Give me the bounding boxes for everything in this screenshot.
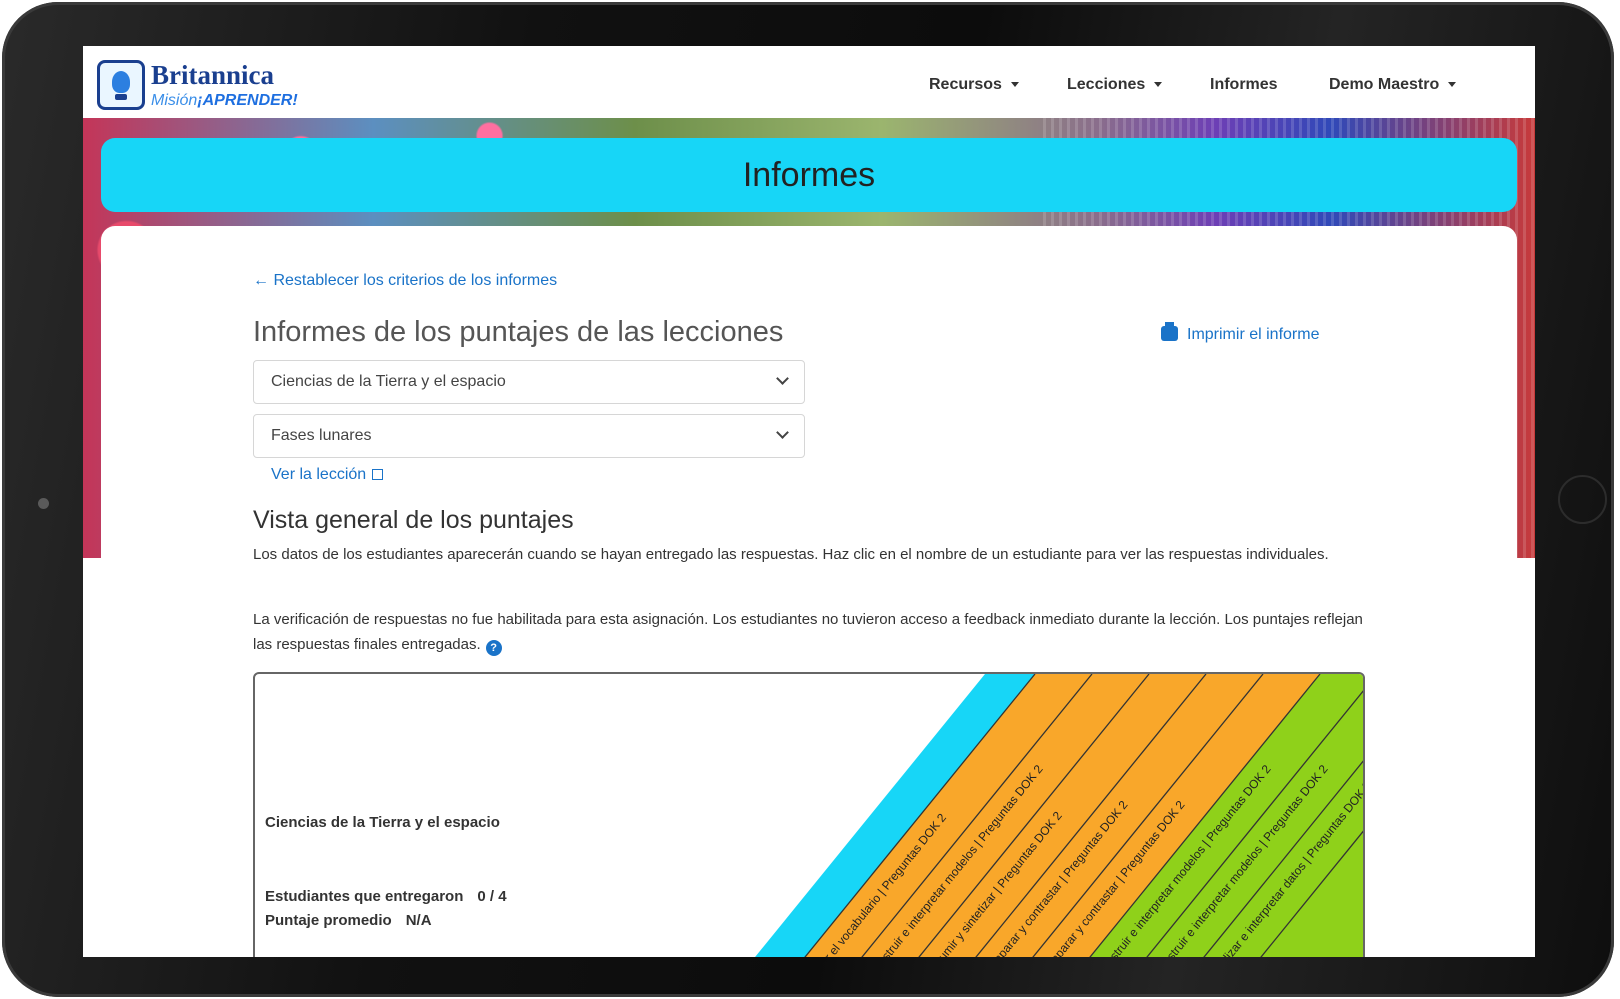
- diagonal-column-headers: Usar el vocabulario | Preguntas DOK 2Con…: [755, 674, 1363, 957]
- home-button[interactable]: [1558, 475, 1607, 524]
- view-lesson-link[interactable]: Ver la lección: [271, 466, 384, 484]
- nav-user-menu[interactable]: Demo Maestro: [1329, 76, 1457, 94]
- caret-down-icon: [1010, 82, 1019, 88]
- info-icon[interactable]: ?: [485, 640, 502, 656]
- submitted-count: Estudiantes que entregaron 0 / 4: [265, 888, 507, 905]
- overview-heading: Vista general de los puntajes: [253, 506, 574, 534]
- external-link-icon: [372, 469, 384, 480]
- nav-informes[interactable]: Informes: [1210, 76, 1278, 94]
- page-title: Informes: [742, 156, 876, 194]
- scores-table: Ciencias de la Tierra y el espacio Estud…: [253, 672, 1365, 957]
- print-report-link[interactable]: Imprimir el informe: [1161, 322, 1319, 344]
- caret-down-icon: [1154, 82, 1163, 88]
- report-card: ← Restablecer los criterios de los infor…: [101, 226, 1517, 957]
- nav-recursos[interactable]: Recursos: [929, 76, 1019, 94]
- brand-name[interactable]: Britannica: [151, 60, 274, 91]
- page-title-bar: Informes: [101, 138, 1517, 212]
- nav-lecciones[interactable]: Lecciones: [1067, 76, 1163, 94]
- table-subject: Ciencias de la Tierra y el espacio: [265, 814, 500, 831]
- subject-select[interactable]: Ciencias de la Tierra y el espacio: [253, 360, 805, 404]
- tablet-frame: Britannica Misión¡APRENDER! Recursos Lec…: [2, 2, 1614, 997]
- overview-paragraph: Los datos de los estudiantes aparecerán …: [253, 546, 1329, 563]
- report-title: Informes de los puntajes de las leccione…: [253, 316, 784, 348]
- average-score: Puntaje promedio N/A: [265, 912, 432, 929]
- screen: Britannica Misión¡APRENDER! Recursos Lec…: [83, 46, 1535, 957]
- chevron-down-icon: [776, 372, 789, 385]
- verification-paragraph: La verificación de respuestas no fue hab…: [253, 611, 1363, 656]
- reset-criteria-link[interactable]: ← Restablecer los criterios de los infor…: [253, 272, 557, 290]
- bulb-logo-icon[interactable]: [97, 60, 145, 110]
- chevron-down-icon: [776, 426, 789, 439]
- lesson-select[interactable]: Fases lunares: [253, 414, 805, 458]
- caret-down-icon: [1448, 82, 1457, 88]
- brand-subtitle: Misión¡APRENDER!: [151, 92, 298, 109]
- printer-icon: [1161, 322, 1178, 341]
- camera-icon: [38, 498, 49, 509]
- top-nav: Britannica Misión¡APRENDER! Recursos Lec…: [83, 46, 1535, 118]
